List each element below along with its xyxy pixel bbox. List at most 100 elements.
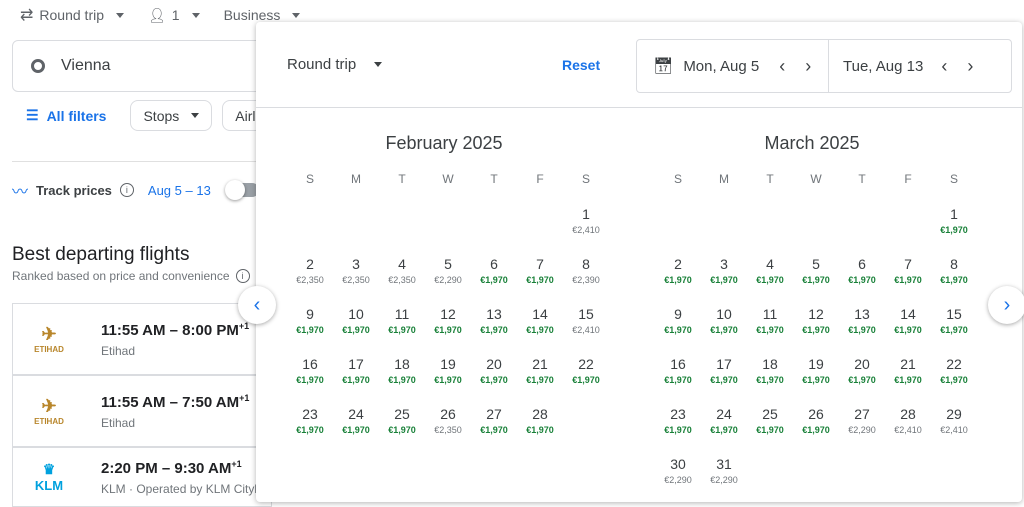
day-price: €1,970 [526, 425, 554, 435]
calendar-day[interactable]: 2 €2,350 [287, 256, 333, 285]
day-number: 20 [486, 356, 502, 372]
calendar-day[interactable]: 7 €1,970 [885, 256, 931, 285]
calendar-day[interactable]: 28 €1,970 [517, 406, 563, 435]
calendar-day[interactable]: 18 €1,970 [379, 356, 425, 385]
calendar-day[interactable]: 16 €1,970 [287, 356, 333, 385]
calendar-day[interactable]: 31 €2,290 [701, 456, 747, 485]
calendar-day[interactable]: 14 €1,970 [517, 306, 563, 335]
calendar-day[interactable]: 3 €1,970 [701, 256, 747, 285]
flight-card[interactable]: ✈ ETIHAD 11:55 AM – 8:00 PM+1 Etihad [12, 303, 272, 375]
trip-type-select[interactable]: ⇄ Round trip [20, 5, 124, 25]
day-price: €1,970 [664, 425, 692, 435]
calendar-day[interactable]: 27 €2,290 [839, 406, 885, 435]
calendar-day[interactable]: 26 €1,970 [793, 406, 839, 435]
day-number: 13 [486, 306, 502, 322]
ranked-text: Ranked based on price and convenience [12, 269, 230, 283]
departure-date-field[interactable]: 📅︎ Mon, Aug 5 ‹ › [637, 40, 829, 92]
next-day-icon[interactable]: › [957, 56, 983, 77]
calendar-day[interactable]: 25 €1,970 [379, 406, 425, 435]
trip-type-select[interactable]: Round trip [287, 56, 383, 73]
calendar-day[interactable]: 22 €1,970 [931, 356, 977, 385]
calendar-day[interactable]: 23 €1,970 [287, 406, 333, 435]
date-fields: 📅︎ Mon, Aug 5 ‹ › Tue, Aug 13 ‹ › [636, 39, 1012, 93]
calendar-day[interactable]: 11 €1,970 [747, 306, 793, 335]
cabin-select[interactable]: Business [224, 7, 301, 23]
calendar-day[interactable]: 24 €1,970 [701, 406, 747, 435]
calendar-day[interactable]: 30 €2,290 [655, 456, 701, 485]
calendar-day[interactable]: 1 €1,970 [931, 206, 977, 235]
calendar-day[interactable]: 27 €1,970 [471, 406, 517, 435]
calendar-day[interactable]: 16 €1,970 [655, 356, 701, 385]
next-month-button[interactable]: › [988, 286, 1024, 324]
day-number: 23 [670, 406, 686, 422]
day-price: €2,290 [434, 275, 462, 285]
all-filters-button[interactable]: ☰ All filters [12, 107, 120, 124]
calendar-day[interactable]: 25 €1,970 [747, 406, 793, 435]
calendar-day[interactable]: 28 €2,410 [885, 406, 931, 435]
calendar-day[interactable]: 14 €1,970 [885, 306, 931, 335]
calendar-day[interactable]: 5 €1,970 [793, 256, 839, 285]
calendar-day[interactable]: 17 €1,970 [701, 356, 747, 385]
day-price: €1,970 [296, 325, 324, 335]
calendar-day[interactable]: 2 €1,970 [655, 256, 701, 285]
calendar-day[interactable]: 4 €1,970 [747, 256, 793, 285]
calendar-day[interactable]: 5 €2,290 [425, 256, 471, 285]
trip-type-label: Round trip [287, 56, 357, 73]
previous-day-icon[interactable]: ‹ [769, 56, 795, 77]
calendar-day[interactable]: 21 €1,970 [517, 356, 563, 385]
calendar-day[interactable]: 18 €1,970 [747, 356, 793, 385]
day-price: €1,970 [526, 275, 554, 285]
previous-month-button[interactable]: ‹ [238, 286, 276, 324]
calendar-day[interactable]: 1 €2,410 [563, 206, 609, 235]
calendar-day[interactable]: 15 €1,970 [931, 306, 977, 335]
calendar-day[interactable]: 7 €1,970 [517, 256, 563, 285]
calendar-day[interactable]: 26 €2,350 [425, 406, 471, 435]
calendar-day[interactable]: 13 €1,970 [839, 306, 885, 335]
day-number: 21 [532, 356, 548, 372]
day-number: 26 [808, 406, 824, 422]
calendar-day[interactable]: 17 €1,970 [333, 356, 379, 385]
calendar-day[interactable]: 8 €1,970 [931, 256, 977, 285]
day-price: €1,970 [940, 225, 968, 235]
return-date-field[interactable]: Tue, Aug 13 ‹ › [829, 40, 983, 92]
day-price: €1,970 [756, 275, 784, 285]
calendar-day[interactable]: 10 €1,970 [701, 306, 747, 335]
calendar-day[interactable]: 13 €1,970 [471, 306, 517, 335]
calendar-day[interactable]: 22 €1,970 [563, 356, 609, 385]
calendar-day[interactable]: 10 €1,970 [333, 306, 379, 335]
calendar-day[interactable]: 6 €1,970 [839, 256, 885, 285]
date-picker-dialog: Round trip Reset 📅︎ Mon, Aug 5 ‹ › Tue, A… [256, 22, 1022, 502]
calendar-day[interactable]: 6 €1,970 [471, 256, 517, 285]
calendar-day[interactable]: 20 €1,970 [471, 356, 517, 385]
calendar-day[interactable]: 11 €1,970 [379, 306, 425, 335]
track-prices-toggle[interactable] [224, 180, 259, 200]
calendar-day[interactable]: 19 €1,970 [793, 356, 839, 385]
calendar-day[interactable]: 3 €2,350 [333, 256, 379, 285]
calendar-day[interactable]: 12 €1,970 [793, 306, 839, 335]
calendar-day[interactable]: 21 €1,970 [885, 356, 931, 385]
flight-card[interactable]: ♛ KLM 2:20 PM – 9:30 AM+1 KLM · Operated b… [12, 447, 272, 507]
info-icon[interactable]: i [235, 269, 250, 283]
stops-filter[interactable]: Stops [130, 100, 213, 131]
day-number: 10 [716, 306, 732, 322]
calendar-day[interactable]: 19 €1,970 [425, 356, 471, 385]
next-day-icon[interactable]: › [795, 56, 821, 77]
reset-button[interactable]: Reset [562, 57, 600, 73]
previous-day-icon[interactable]: ‹ [931, 56, 957, 77]
calendar-day[interactable]: 8 €2,390 [563, 256, 609, 285]
calendar-day[interactable]: 23 €1,970 [655, 406, 701, 435]
calendar-day[interactable]: 9 €1,970 [287, 306, 333, 335]
day-price: €1,970 [940, 325, 968, 335]
day-price: €1,970 [342, 425, 370, 435]
flight-card[interactable]: ✈ ETIHAD 11:55 AM – 7:50 AM+1 Etihad [12, 375, 272, 447]
calendar-day[interactable]: 20 €1,970 [839, 356, 885, 385]
passengers-select[interactable]: 👤︎ 1 [148, 7, 200, 24]
calendar-day[interactable]: 24 €1,970 [333, 406, 379, 435]
calendar-day[interactable]: 12 €1,970 [425, 306, 471, 335]
info-icon[interactable]: i [119, 183, 134, 197]
day-price: €1,970 [480, 425, 508, 435]
calendar-day[interactable]: 15 €2,410 [563, 306, 609, 335]
calendar-day[interactable]: 9 €1,970 [655, 306, 701, 335]
calendar-day[interactable]: 4 €2,350 [379, 256, 425, 285]
calendar-day[interactable]: 29 €2,410 [931, 406, 977, 435]
